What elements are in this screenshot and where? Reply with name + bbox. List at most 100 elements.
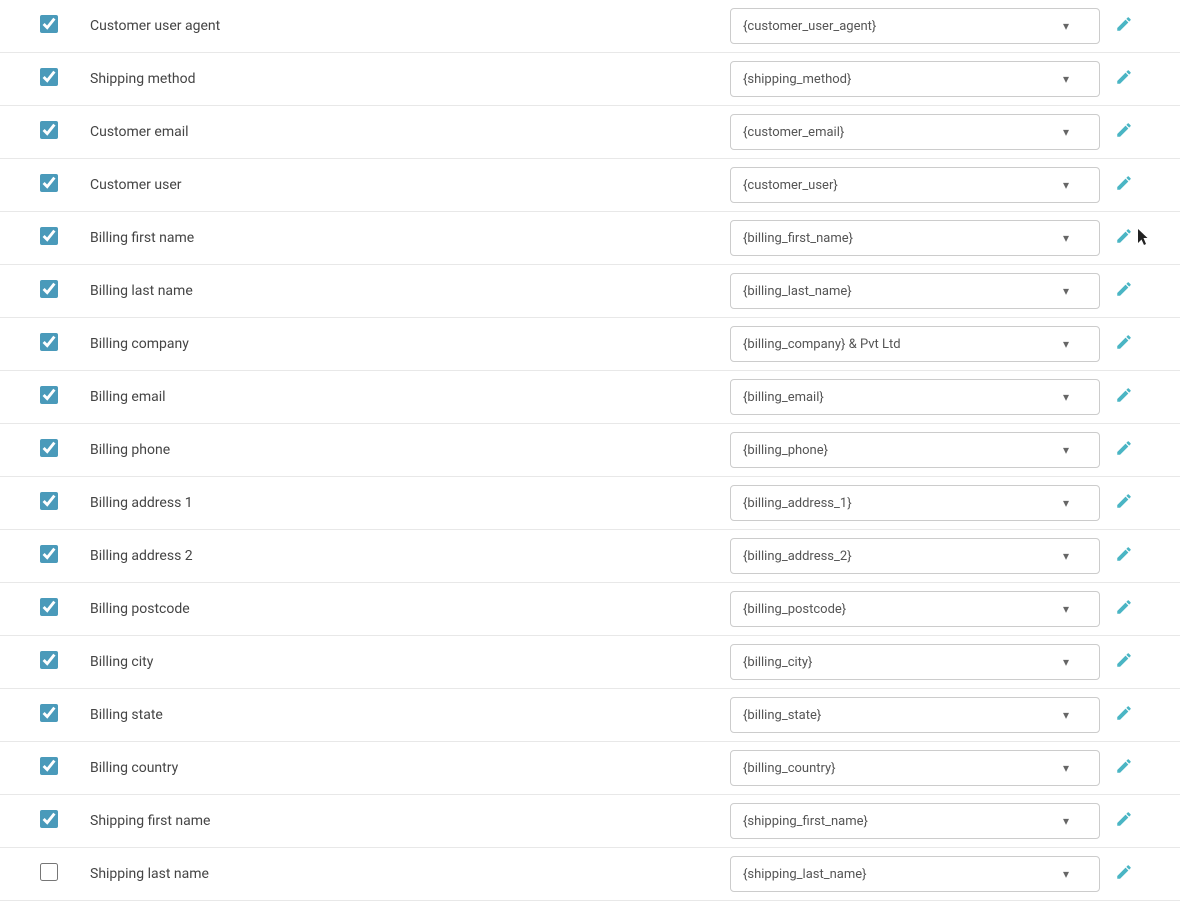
chevron-down-icon: ▾ [1063,337,1069,351]
dropdown-wrapper-billing-state: {billing_state}▾ [730,697,1100,733]
checkbox-billing-city[interactable] [40,651,58,669]
checkbox-billing-company[interactable] [40,333,58,351]
checkbox-billing-country[interactable] [40,757,58,775]
edit-icon[interactable] [1115,280,1133,302]
edit-icon[interactable] [1115,121,1133,143]
checkbox-customer-user[interactable] [40,174,58,192]
checkbox-billing-phone[interactable] [40,439,58,457]
checkbox-cell [40,598,80,620]
checkbox-billing-address-1[interactable] [40,492,58,510]
dropdown-billing-first-name[interactable]: {billing_first_name}▾ [730,220,1100,256]
action-cell-shipping-method [1100,68,1140,90]
dropdown-value-customer-user-agent: {customer_user_agent} [743,19,1063,34]
edit-icon[interactable] [1115,704,1133,726]
checkbox-billing-postcode[interactable] [40,598,58,616]
dropdown-value-billing-city: {billing_city} [743,655,1063,670]
edit-icon[interactable] [1115,15,1133,37]
table-row: Billing address 1{billing_address_1}▾ [0,477,1180,530]
label-billing-email: Billing email [80,389,730,405]
dropdown-billing-city[interactable]: {billing_city}▾ [730,644,1100,680]
dropdown-billing-company[interactable]: {billing_company} & Pvt Ltd▾ [730,326,1100,362]
dropdown-shipping-last-name[interactable]: {shipping_last_name}▾ [730,856,1100,892]
dropdown-billing-postcode[interactable]: {billing_postcode}▾ [730,591,1100,627]
edit-icon[interactable] [1115,174,1133,196]
edit-icon[interactable] [1115,863,1133,885]
action-cell-billing-city [1100,651,1140,673]
dropdown-billing-country[interactable]: {billing_country}▾ [730,750,1100,786]
edit-icon[interactable] [1115,757,1133,779]
checkbox-cell [40,651,80,673]
edit-icon[interactable] [1115,651,1133,673]
dropdown-billing-last-name[interactable]: {billing_last_name}▾ [730,273,1100,309]
edit-icon[interactable] [1115,227,1133,249]
dropdown-shipping-first-name[interactable]: {shipping_first_name}▾ [730,803,1100,839]
label-customer-user-agent: Customer user agent [80,18,730,34]
action-cell-billing-address-1 [1100,492,1140,514]
chevron-down-icon: ▾ [1063,708,1069,722]
dropdown-shipping-method[interactable]: {shipping_method}▾ [730,61,1100,97]
checkbox-cell [40,121,80,143]
edit-icon[interactable] [1115,333,1133,355]
label-billing-country: Billing country [80,760,730,776]
dropdown-cell-billing-email: {billing_email}▾ [730,379,1100,415]
checkbox-cell [40,227,80,249]
dropdown-wrapper-customer-user-agent: {customer_user_agent}▾ [730,8,1100,44]
dropdown-wrapper-billing-first-name: {billing_first_name}▾ [730,220,1100,256]
chevron-down-icon: ▾ [1063,655,1069,669]
dropdown-billing-email[interactable]: {billing_email}▾ [730,379,1100,415]
checkbox-customer-email[interactable] [40,121,58,139]
checkbox-shipping-last-name[interactable] [40,863,58,881]
edit-icon[interactable] [1115,598,1133,620]
dropdown-cell-customer-user-agent: {customer_user_agent}▾ [730,8,1100,44]
checkbox-customer-user-agent[interactable] [40,15,58,33]
table-container: Customer user agent{customer_user_agent}… [0,0,1180,901]
dropdown-cell-billing-phone: {billing_phone}▾ [730,432,1100,468]
dropdown-value-billing-email: {billing_email} [743,390,1063,405]
edit-icon[interactable] [1115,810,1133,832]
action-cell-billing-phone [1100,439,1140,461]
checkbox-shipping-first-name[interactable] [40,810,58,828]
table-row: Billing email{billing_email}▾ [0,371,1180,424]
table-row: Shipping last name{shipping_last_name}▾ [0,848,1180,901]
dropdown-value-customer-user: {customer_user} [743,178,1063,193]
table-row: Customer user agent{customer_user_agent}… [0,0,1180,53]
dropdown-wrapper-billing-email: {billing_email}▾ [730,379,1100,415]
checkbox-billing-email[interactable] [40,386,58,404]
chevron-down-icon: ▾ [1063,178,1069,192]
dropdown-billing-phone[interactable]: {billing_phone}▾ [730,432,1100,468]
action-cell-shipping-last-name [1100,863,1140,885]
edit-icon[interactable] [1115,386,1133,408]
table-row: Shipping method{shipping_method}▾ [0,53,1180,106]
dropdown-value-customer-email: {customer_email} [743,125,1063,140]
dropdown-wrapper-customer-user: {customer_user}▾ [730,167,1100,203]
dropdown-customer-user[interactable]: {customer_user}▾ [730,167,1100,203]
dropdown-value-billing-first-name: {billing_first_name} [743,231,1063,246]
dropdown-wrapper-billing-address-1: {billing_address_1}▾ [730,485,1100,521]
checkbox-shipping-method[interactable] [40,68,58,86]
dropdown-wrapper-billing-company: {billing_company} & Pvt Ltd▾ [730,326,1100,362]
table-row: Billing state{billing_state}▾ [0,689,1180,742]
checkbox-billing-state[interactable] [40,704,58,722]
edit-icon[interactable] [1115,492,1133,514]
table-row: Billing first name{billing_first_name}▾ [0,212,1180,265]
dropdown-customer-user-agent[interactable]: {customer_user_agent}▾ [730,8,1100,44]
chevron-down-icon: ▾ [1063,867,1069,881]
edit-icon[interactable] [1115,68,1133,90]
checkbox-billing-last-name[interactable] [40,280,58,298]
dropdown-billing-state[interactable]: {billing_state}▾ [730,697,1100,733]
action-cell-billing-country [1100,757,1140,779]
dropdown-customer-email[interactable]: {customer_email}▾ [730,114,1100,150]
dropdown-cell-shipping-last-name: {shipping_last_name}▾ [730,856,1100,892]
chevron-down-icon: ▾ [1063,125,1069,139]
dropdown-billing-address-1[interactable]: {billing_address_1}▾ [730,485,1100,521]
dropdown-cell-customer-email: {customer_email}▾ [730,114,1100,150]
dropdown-billing-address-2[interactable]: {billing_address_2}▾ [730,538,1100,574]
checkbox-cell [40,174,80,196]
label-shipping-first-name: Shipping first name [80,813,730,829]
edit-icon[interactable] [1115,439,1133,461]
edit-icon[interactable] [1115,545,1133,567]
checkbox-billing-address-2[interactable] [40,545,58,563]
checkbox-billing-first-name[interactable] [40,227,58,245]
action-cell-customer-user [1100,174,1140,196]
page-container: Customer user agent{customer_user_agent}… [0,0,1180,901]
